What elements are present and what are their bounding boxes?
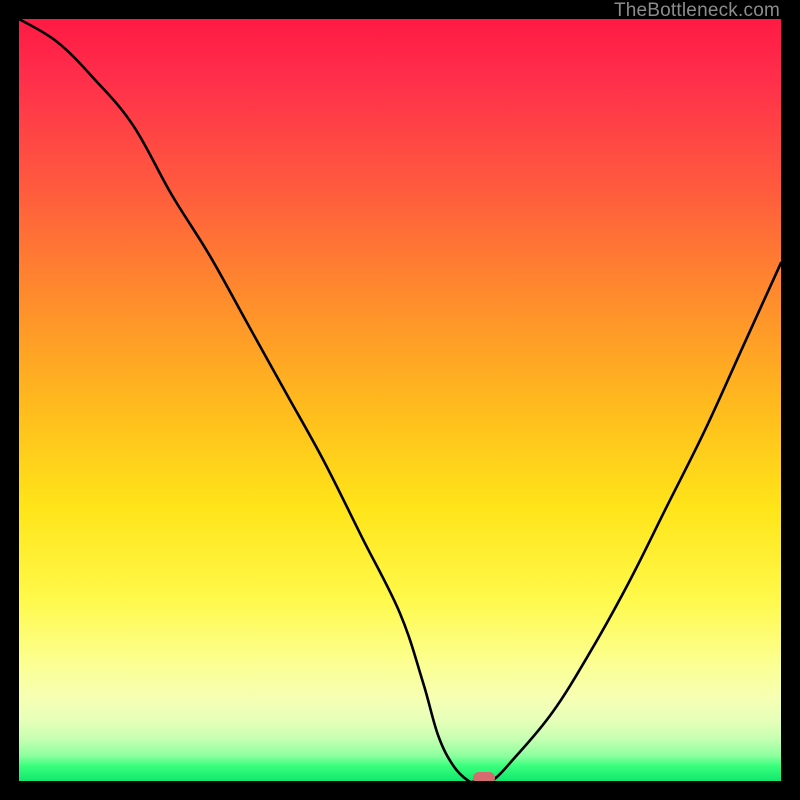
bottleneck-curve — [19, 19, 781, 781]
plot-area — [19, 19, 781, 781]
chart-frame: TheBottleneck.com — [0, 0, 800, 800]
optimal-point-marker — [473, 772, 495, 781]
